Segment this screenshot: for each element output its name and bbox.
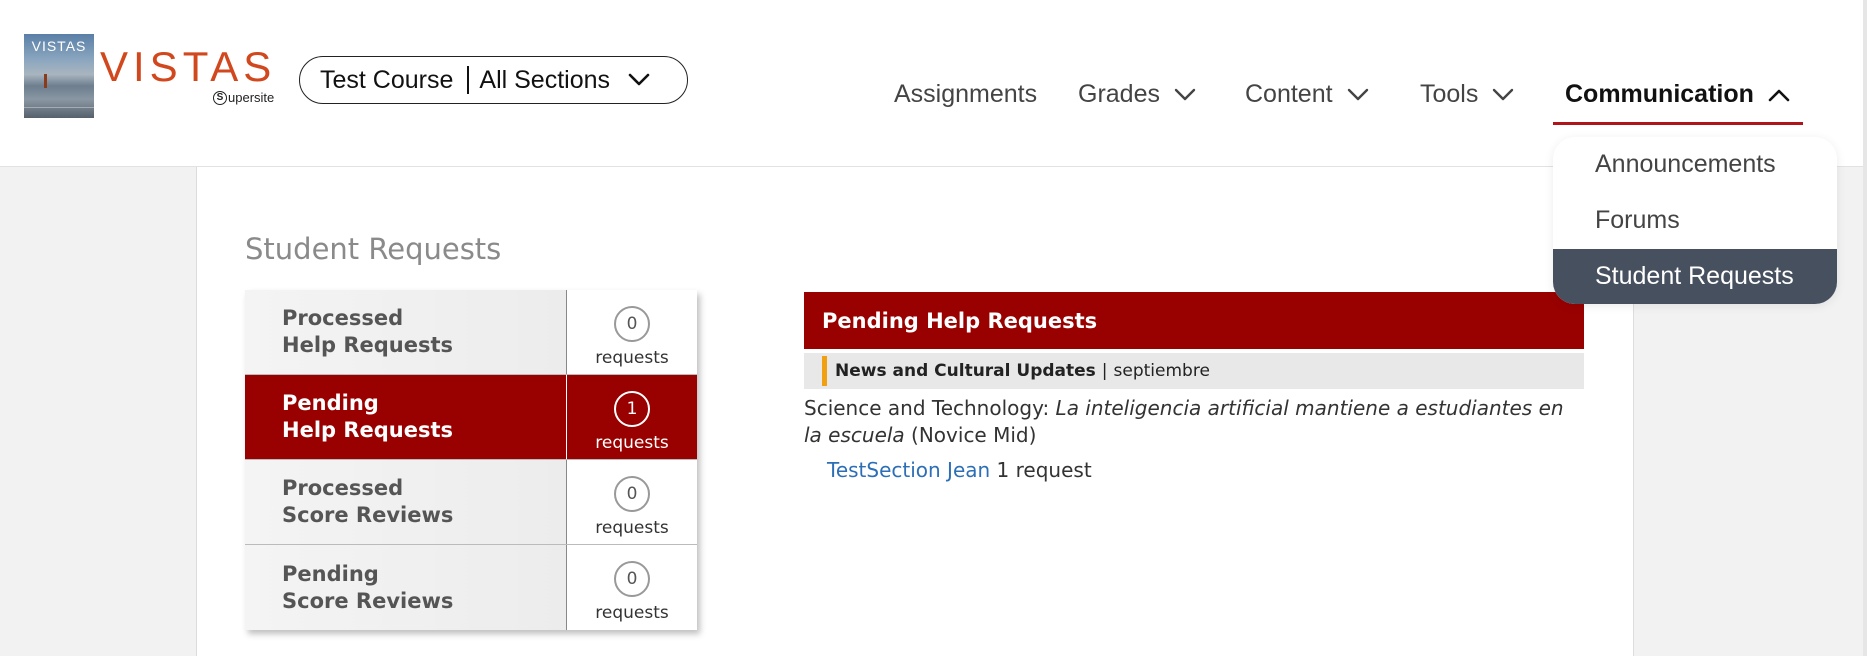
row-processed-help-requests[interactable]: Processed Help Requests 0 requests <box>245 290 697 375</box>
menu-item-student-requests[interactable]: Student Requests <box>1553 249 1837 304</box>
count-badge: 0 <box>614 561 650 597</box>
nav-tools[interactable]: Tools <box>1420 80 1514 109</box>
nav-tools-label: Tools <box>1420 80 1479 108</box>
row-label: Pending Score Reviews <box>245 545 567 630</box>
menu-item-announcements[interactable]: Announcements <box>1553 137 1837 192</box>
student-request-unit: request <box>1015 458 1092 482</box>
row-count: 0 requests <box>567 545 697 630</box>
category-separator: | <box>1101 361 1108 381</box>
activity-category-bar: News and Cultural Updates | septiembre <box>804 353 1584 389</box>
row-processed-score-reviews[interactable]: Processed Score Reviews 0 requests <box>245 460 697 545</box>
page-title: Student Requests <box>245 232 502 266</box>
activity-level: (Novice Mid) <box>911 423 1037 447</box>
count-unit: requests <box>595 433 669 453</box>
nav-grades[interactable]: Grades <box>1078 80 1196 109</box>
supersite-text: upersite <box>228 90 275 105</box>
course-section-select[interactable]: Test Course All Sections <box>299 56 688 104</box>
row-label: Pending Help Requests <box>245 375 567 459</box>
row-label-line1: Processed <box>282 306 404 330</box>
row-pending-help-requests[interactable]: Pending Help Requests 1 requests <box>245 375 697 460</box>
category-month: septiembre <box>1113 361 1210 381</box>
logo-image: VISTAS <box>24 34 94 118</box>
row-label-line1: Processed <box>282 476 404 500</box>
logo-wordmark: VISTAS S upersite <box>100 43 277 106</box>
course-name: Test Course <box>320 65 454 94</box>
communication-dropdown-menu: Announcements Forums Student Requests <box>1553 137 1837 304</box>
row-label-line2: Score Reviews <box>282 588 454 613</box>
category-name: News and Cultural Updates <box>835 361 1096 381</box>
count-badge: 0 <box>614 306 650 342</box>
chevron-down-icon <box>628 73 650 87</box>
row-pending-score-reviews[interactable]: Pending Score Reviews 0 requests <box>245 545 697 630</box>
nav-assignments[interactable]: Assignments <box>894 80 1037 109</box>
row-label-line1: Pending <box>282 391 379 415</box>
supersite-mark: S upersite <box>213 90 274 105</box>
nav-content[interactable]: Content <box>1245 80 1369 109</box>
nav-assignments-label: Assignments <box>894 80 1038 108</box>
logo-figure <box>44 74 47 88</box>
pending-help-requests-panel: Pending Help Requests News and Cultural … <box>804 292 1584 482</box>
page-scrollbar[interactable] <box>1863 0 1867 656</box>
nav-grades-label: Grades <box>1078 80 1160 108</box>
row-label: Processed Score Reviews <box>245 460 567 544</box>
chevron-down-icon <box>1492 88 1514 102</box>
logo-big-text: VISTAS <box>100 43 277 90</box>
student-link[interactable]: TestSection Jean <box>827 458 990 482</box>
vistas-logo[interactable]: VISTAS VISTAS S upersite <box>24 34 276 118</box>
nav-communication[interactable]: Communication <box>1565 80 1790 109</box>
chevron-down-icon <box>1174 88 1196 102</box>
row-label-line2: Score Reviews <box>282 503 454 527</box>
section-name: All Sections <box>479 65 611 94</box>
request-type-table: Processed Help Requests 0 requests Pendi… <box>245 290 697 630</box>
student-request-count: 1 <box>996 458 1010 482</box>
course-select-divider <box>467 66 470 94</box>
count-unit: requests <box>595 518 669 538</box>
logo-small-text: VISTAS <box>31 38 87 54</box>
student-request-line: TestSection Jean 1 request <box>827 458 1584 482</box>
nav-communication-label: Communication <box>1565 80 1754 108</box>
supersite-badge: S <box>213 90 228 105</box>
count-unit: requests <box>595 348 669 368</box>
row-label-line1: Pending <box>282 561 379 586</box>
count-badge: 1 <box>614 391 650 427</box>
chevron-up-icon <box>1768 88 1790 102</box>
row-label-line2: Help Requests <box>282 333 454 357</box>
nav-content-label: Content <box>1245 80 1333 108</box>
menu-item-forums[interactable]: Forums <box>1553 193 1837 248</box>
activity-topic-prefix: Science and Technology: <box>804 396 1050 420</box>
count-unit: requests <box>595 603 669 623</box>
row-count: 0 requests <box>567 460 697 544</box>
panel-header: Pending Help Requests <box>804 292 1584 349</box>
count-badge: 0 <box>614 476 650 512</box>
row-label: Processed Help Requests <box>245 290 567 374</box>
activity-description: Science and Technology: La inteligencia … <box>804 395 1584 449</box>
nav-active-underline <box>1553 122 1803 125</box>
category-accent <box>822 356 827 386</box>
row-count: 0 requests <box>567 290 697 374</box>
logo-texture <box>24 107 94 108</box>
chevron-down-icon <box>1347 88 1369 102</box>
row-count: 1 requests <box>567 375 697 459</box>
row-label-line2: Help Requests <box>282 418 454 442</box>
